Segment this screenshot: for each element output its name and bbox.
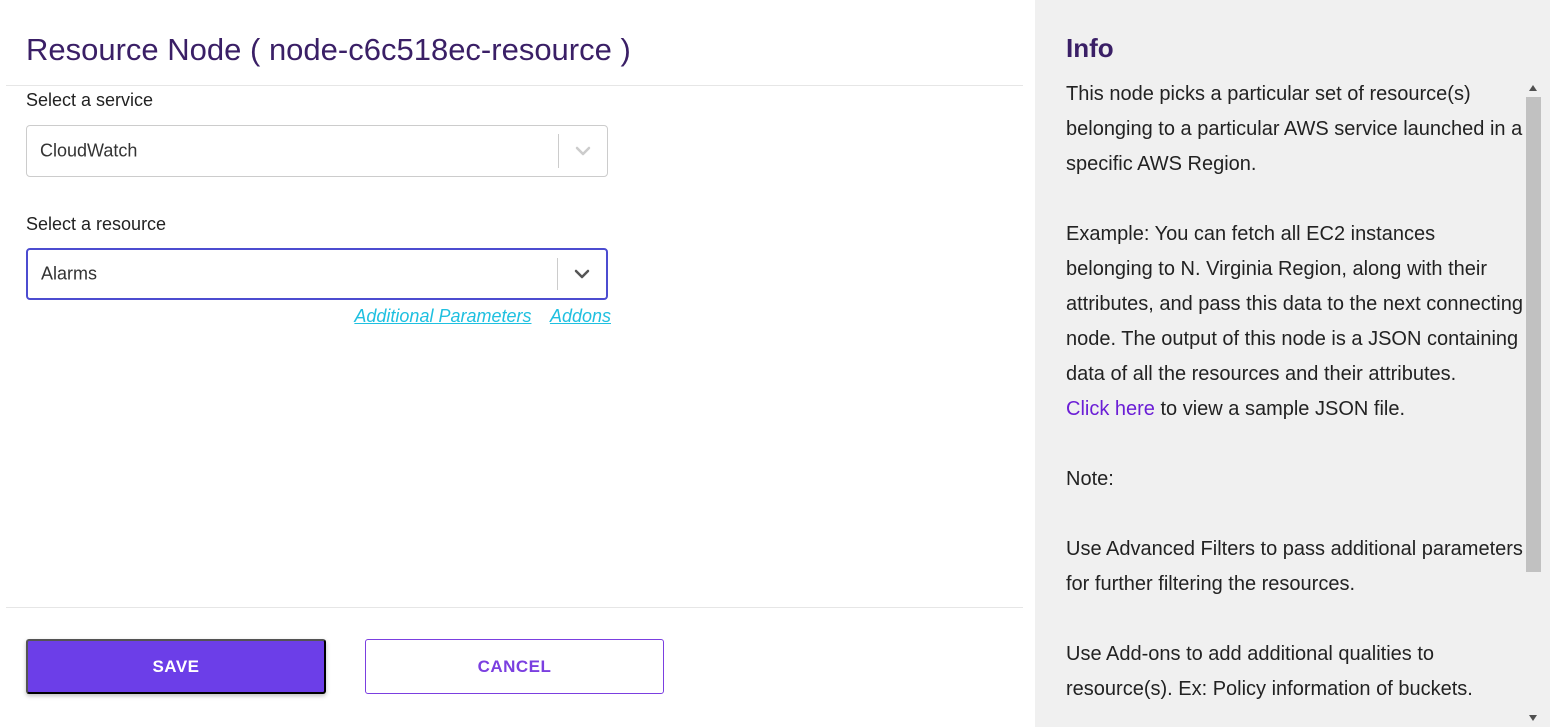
note-advanced-filters: Use Advanced Filters to pass additional …: [1066, 538, 1523, 595]
scroll-up-arrow-icon[interactable]: [1529, 85, 1537, 91]
select-separator: [557, 258, 558, 290]
service-select-value: CloudWatch: [40, 140, 138, 161]
resource-select[interactable]: Alarms: [26, 248, 608, 300]
info-panel: Info This node picks a particular set of…: [1035, 0, 1550, 727]
header-divider: [6, 85, 1023, 86]
footer-divider: [6, 607, 1023, 608]
chevron-down-icon[interactable]: [573, 141, 593, 161]
select-separator: [558, 134, 559, 168]
sample-json-text: to view a sample JSON file.: [1154, 398, 1406, 420]
scroll-down-arrow-icon[interactable]: [1529, 715, 1537, 721]
info-example: Example: You can fetch all EC2 instances…: [1066, 223, 1523, 385]
note-addons: Use Add-ons to add additional qualities …: [1066, 643, 1473, 700]
save-button[interactable]: SAVE: [26, 639, 326, 694]
addons-link[interactable]: Addons: [550, 306, 611, 326]
cancel-button[interactable]: CANCEL: [365, 639, 664, 694]
chevron-down-icon[interactable]: [572, 264, 592, 284]
info-body: This node picks a particular set of reso…: [1066, 77, 1524, 707]
service-select[interactable]: CloudWatch: [26, 125, 608, 177]
resource-select-value: Alarms: [41, 263, 98, 284]
scrollbar-thumb[interactable]: [1526, 97, 1541, 572]
service-label: Select a service: [26, 90, 154, 110]
resource-label: Select a resource: [26, 214, 167, 234]
info-scrollbar[interactable]: [1525, 82, 1542, 727]
note-label: Note:: [1066, 468, 1114, 490]
options-links: Additional Parameters Addons: [26, 306, 611, 327]
sample-json-line: Click here to view a sample JSON file.: [1066, 392, 1524, 427]
info-title: Info: [1066, 33, 1114, 63]
click-here-link[interactable]: Click here: [1066, 398, 1155, 420]
additional-parameters-link[interactable]: Additional Parameters: [354, 306, 531, 326]
page-title: Resource Node ( node-c6c518ec-resource ): [26, 32, 631, 67]
info-description: This node picks a particular set of reso…: [1066, 83, 1523, 175]
node-config-panel: Resource Node ( node-c6c518ec-resource )…: [0, 0, 1035, 727]
